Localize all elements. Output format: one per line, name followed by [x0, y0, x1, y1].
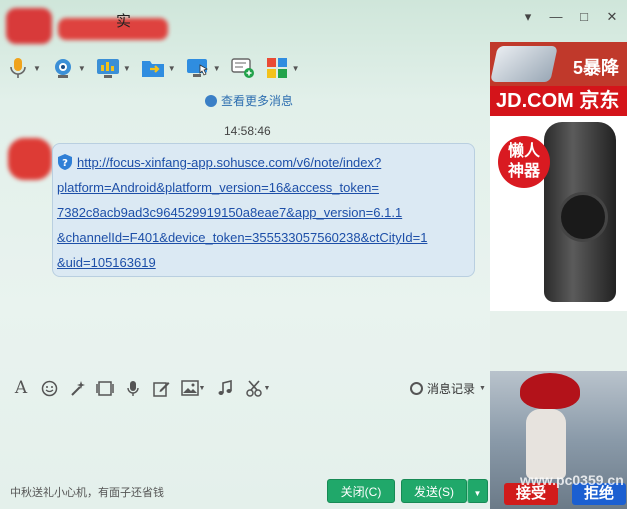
edit-icon[interactable] — [152, 379, 170, 397]
message-bubble: ? http://focus-xinfang-app.sohusce.com/v… — [52, 143, 475, 277]
ad-badge: 懒人 神器 — [498, 136, 550, 188]
screen-share-button[interactable]: ▼ — [96, 54, 131, 82]
font-icon[interactable]: A — [12, 378, 30, 398]
chevron-down-icon[interactable]: ▼ — [33, 64, 41, 73]
message-link[interactable]: &uid=105163619 — [57, 250, 470, 275]
watermark: www.pc0359.cn — [520, 472, 624, 488]
ad-panel[interactable]: 5暴降 JD.COM 京东 懒人 神器 接受 拒绝 — [490, 42, 627, 509]
music-icon[interactable] — [216, 379, 234, 397]
ad-game-banner[interactable]: 接受 拒绝 — [490, 371, 627, 509]
ad-price-text: 5暴降 — [572, 58, 619, 78]
chevron-down-icon: ▼ — [473, 489, 482, 498]
sender-avatar[interactable] — [8, 138, 52, 180]
promo-tip[interactable]: 中秋送礼小心机，有面子还省钱 — [10, 484, 164, 500]
close-icon[interactable]: ✕ — [603, 8, 621, 26]
message-history-label: 消息记录 — [427, 382, 476, 396]
scissors-icon[interactable]: ▼ — [244, 379, 272, 397]
emoji-icon[interactable] — [40, 379, 58, 397]
chevron-down-icon[interactable]: ▼ — [168, 64, 176, 73]
ad-banner-phone[interactable]: 5暴降 — [490, 42, 627, 86]
chevron-down-icon: ▼ — [479, 385, 486, 392]
chevron-down-icon[interactable]: ▼ — [123, 64, 131, 73]
chat-add-icon — [230, 56, 255, 80]
ad-product-image[interactable]: 懒人 神器 — [490, 116, 627, 311]
apps-button[interactable]: ▼ — [265, 54, 300, 82]
jd-logo[interactable]: JD.COM 京东 — [490, 86, 627, 116]
message-link[interactable]: platform=Android&platform_version=16&acc… — [57, 175, 470, 200]
maximize-icon[interactable]: □ — [575, 8, 593, 26]
video-clip-icon[interactable] — [96, 379, 114, 397]
folder-send-icon — [141, 56, 165, 80]
webcam-icon — [51, 56, 75, 80]
chevron-down-icon[interactable]: ▼ — [78, 64, 86, 73]
ad-badge-line: 神器 — [507, 163, 540, 180]
magic-wand-icon[interactable] — [68, 379, 86, 397]
window-title: 实 — [116, 13, 132, 30]
apps-grid-icon — [265, 56, 289, 80]
message-link[interactable]: 7382c8acb9ad3c964529919150a8eae7&app_ver… — [57, 200, 470, 225]
contact-name-redacted — [58, 18, 168, 40]
video-call-button[interactable]: ▼ — [51, 54, 86, 82]
view-more-messages-link[interactable]: 查看更多消息 — [205, 92, 293, 109]
minimize-icon[interactable]: — — [547, 8, 565, 26]
image-icon[interactable]: ▼ — [180, 379, 206, 397]
send-options-button[interactable]: ▼ — [467, 479, 488, 503]
phone-image — [490, 46, 558, 82]
file-transfer-button[interactable]: ▼ — [141, 54, 176, 82]
close-button[interactable]: 关闭(C) — [327, 479, 395, 503]
microphone-icon — [6, 56, 30, 80]
voice-call-button[interactable]: ▼ — [6, 54, 41, 82]
message-timestamp: 14:58:46 — [224, 124, 271, 138]
coffee-machine-image — [544, 122, 616, 302]
character-image — [526, 409, 566, 479]
remote-desktop-button[interactable]: ▼ — [186, 54, 221, 82]
screen-share-icon — [96, 56, 120, 80]
voice-message-icon[interactable] — [124, 379, 142, 397]
chat-window: 实 ▾ — □ ✕ ▼ ▼ ▼ ▼ ▼ ▼ 查看更多消息 14:58:46 ? … — [0, 0, 627, 509]
send-button[interactable]: 发送(S) — [401, 479, 467, 503]
remote-desktop-icon — [186, 56, 210, 80]
window-controls: ▾ — □ ✕ — [519, 8, 621, 26]
roses-image — [520, 373, 580, 409]
view-more-messages-label: 查看更多消息 — [221, 94, 294, 108]
message-history-button[interactable]: 消息记录 ▼ — [410, 380, 486, 397]
svg-text:?: ? — [62, 158, 68, 169]
ad-spacer — [490, 311, 627, 371]
ad-badge-line: 懒人 — [507, 143, 540, 160]
history-clock-icon — [410, 382, 423, 395]
shield-icon: ? — [57, 153, 73, 171]
chevron-down-icon[interactable]: ▼ — [213, 64, 221, 73]
message-link[interactable]: &channelId=F401&device_token=35553305756… — [57, 225, 470, 250]
create-group-button[interactable] — [230, 54, 255, 82]
chevron-down-icon[interactable]: ▼ — [292, 64, 300, 73]
message-link[interactable]: http://focus-xinfang-app.sohusce.com/v6/… — [57, 150, 470, 175]
title-bar[interactable]: 实 ▾ — □ ✕ — [0, 0, 627, 48]
clock-icon — [205, 94, 217, 107]
contact-avatar[interactable] — [6, 8, 52, 44]
chat-toolbar: ▼ ▼ ▼ ▼ ▼ ▼ — [6, 54, 300, 82]
input-toolbar: A ▼ ▼ — [12, 376, 272, 400]
dropdown-icon[interactable]: ▾ — [519, 8, 537, 26]
